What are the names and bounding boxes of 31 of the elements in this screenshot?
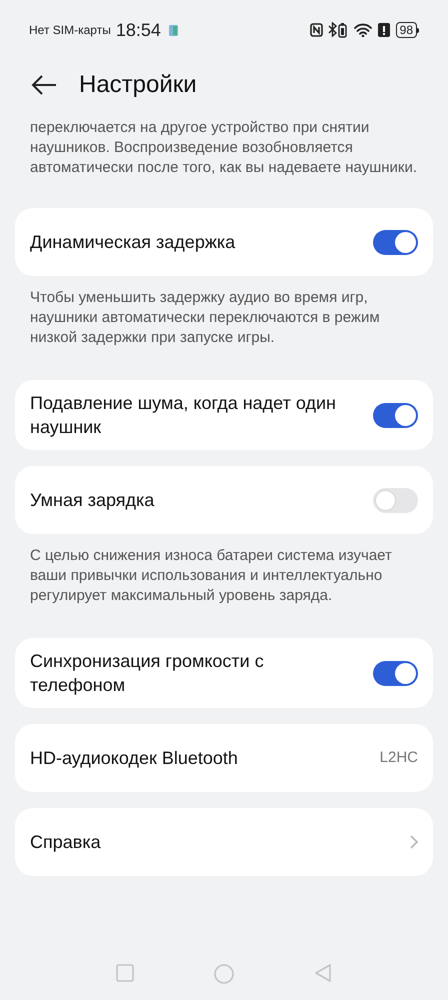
page-title: Настройки xyxy=(79,70,197,100)
setting-label: Синхронизация громкости с телефоном xyxy=(30,650,265,697)
battery-indicator: 98 xyxy=(396,22,419,38)
settings-card[interactable]: Динамическая задержка xyxy=(15,208,433,276)
chevron-right-icon xyxy=(410,835,418,849)
setting-label: Справка xyxy=(30,831,102,854)
alert-icon xyxy=(378,23,390,37)
setting-label: Умная зарядка xyxy=(30,489,156,512)
app-notification-icon xyxy=(168,24,178,36)
clock-text: 18:54 xyxy=(116,18,161,42)
toggle-switch[interactable] xyxy=(373,230,418,254)
setting-label: Динамическая задержка xyxy=(30,231,236,254)
toggle-switch[interactable] xyxy=(373,402,418,428)
bluetooth-battery-icon xyxy=(328,22,348,38)
setting-value: L2HC xyxy=(380,748,418,768)
description-text: переключается на другое устройство при снятии наушников. Воспроизведение возобновляется автоматически после того, как вы надеваете наушники. xyxy=(29,118,418,178)
settings-card[interactable]: Синхронизация громкости с телефоном xyxy=(15,638,433,708)
back-arrow-icon[interactable] xyxy=(31,75,57,95)
toggle-switch[interactable] xyxy=(373,660,418,686)
carrier-text: Нет SIM-карты xyxy=(29,22,111,39)
nfc-icon xyxy=(310,23,323,37)
description-text: Чтобы уменьшить задержку аудио во время игр, наушники автоматически переключаются в режим низкой задержки при запуске игры. xyxy=(29,288,381,348)
setting-label: HD-аудиокодек Bluetooth xyxy=(30,747,239,770)
setting-label: Подавление шума, когда надет один наушник xyxy=(30,392,337,439)
wifi-icon xyxy=(354,23,372,37)
settings-card[interactable]: HD-аудиокодек Bluetooth L2HC xyxy=(15,724,433,792)
description-text: С целью снижения износа батареи система изучает ваши привычки использования и интеллектуально регулирует максимальный уровень заряда. xyxy=(29,546,393,606)
settings-card[interactable]: Умная зарядка xyxy=(15,466,433,534)
settings-card[interactable]: Подавление шума, когда надет один наушник xyxy=(15,380,433,450)
toggle-switch[interactable] xyxy=(373,488,418,512)
settings-card[interactable]: Справка xyxy=(15,808,433,876)
